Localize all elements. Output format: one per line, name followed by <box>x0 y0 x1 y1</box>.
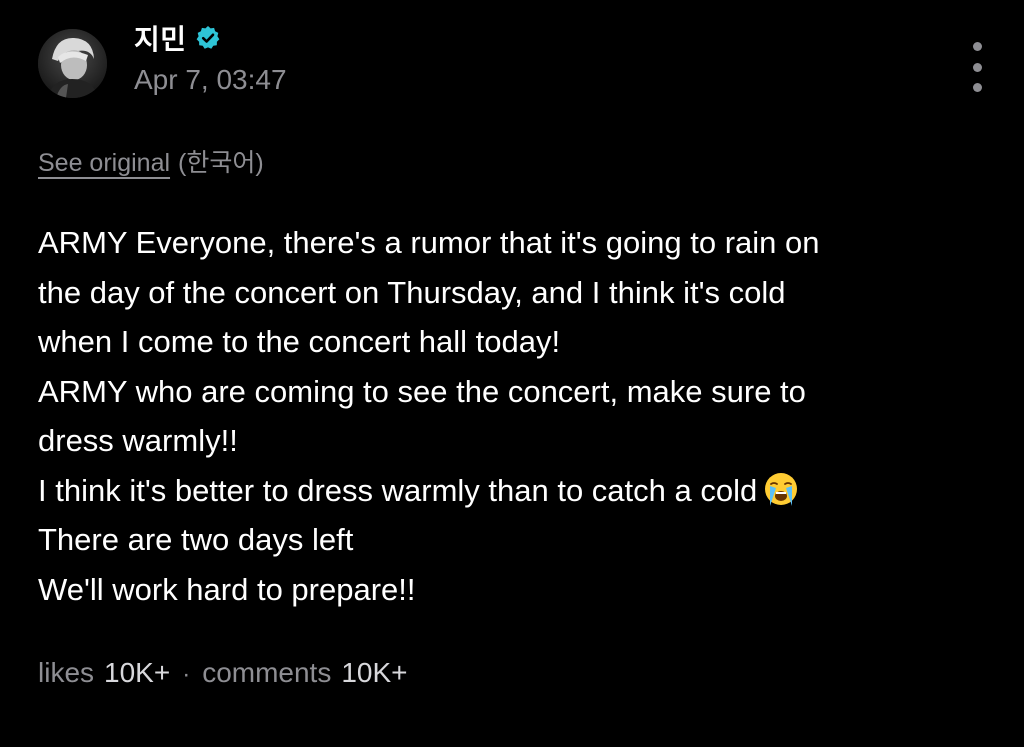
avatar[interactable] <box>38 29 107 98</box>
likes-label[interactable]: likes <box>38 657 94 689</box>
more-options-button[interactable] <box>960 42 994 92</box>
see-original-link[interactable]: See original <box>38 149 170 178</box>
post-body: ARMY Everyone, there's a rumor that it's… <box>38 218 998 614</box>
more-vertical-icon <box>972 42 982 51</box>
comments-label[interactable]: comments <box>202 657 331 689</box>
more-vertical-icon-dot <box>972 83 982 92</box>
post-stats: likes 10K+ · comments 10K+ <box>38 657 408 689</box>
post-line: ARMY Everyone, there's a rumor that it's… <box>38 225 820 260</box>
post-line: the day of the concert on Thursday, and … <box>38 274 786 310</box>
author-header: 지민 <box>134 18 221 58</box>
post-line: dress warmly!! <box>38 423 238 458</box>
post-line: There are two days left <box>38 522 354 557</box>
loudly-crying-face-icon <box>765 472 798 506</box>
likes-count[interactable]: 10K+ <box>104 657 170 689</box>
more-vertical-icon-dot <box>972 62 982 72</box>
post-line: when I come to the concert hall today! <box>38 324 561 359</box>
post-line: We'll work hard to prepare!! <box>38 571 416 607</box>
verified-badge-icon <box>196 26 219 49</box>
post-line: ARMY who are coming to see the concert, … <box>38 373 806 409</box>
author-name[interactable]: 지민 <box>134 18 187 58</box>
post-line-with-emoji: I think it's better to dress warmly than… <box>38 466 998 516</box>
translation-bar: See original (한국어) <box>38 143 264 179</box>
original-language-label: (한국어) <box>178 149 264 177</box>
stats-separator: · <box>182 661 191 688</box>
comments-count[interactable]: 10K+ <box>341 657 407 689</box>
post-timestamp: Apr 7, 03:47 <box>134 64 287 95</box>
avatar-photo-icon <box>38 29 107 98</box>
post-line-text: I think it's better to dress warmly than… <box>38 472 758 508</box>
